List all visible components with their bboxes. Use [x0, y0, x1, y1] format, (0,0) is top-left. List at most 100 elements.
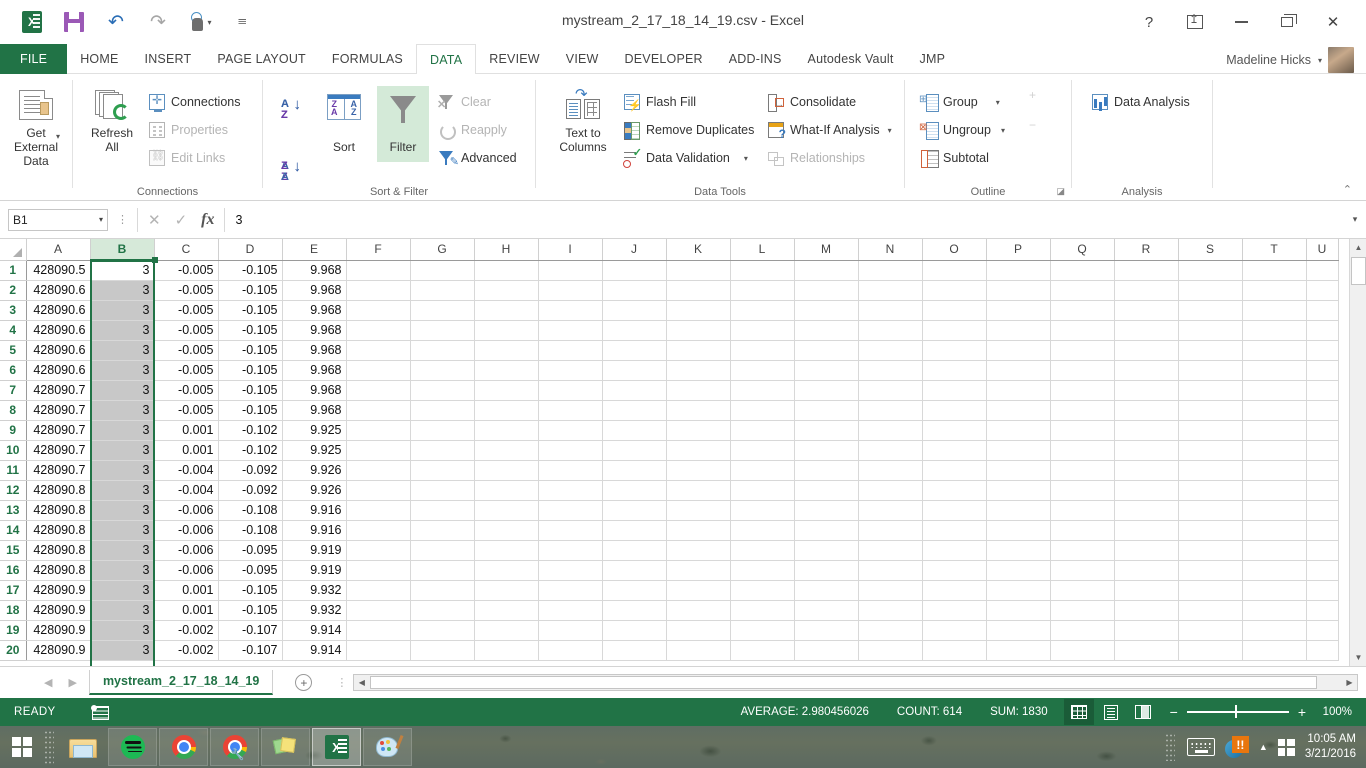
- cell-Q18[interactable]: [1050, 600, 1115, 621]
- cell-S6[interactable]: [1178, 360, 1243, 381]
- cell-S13[interactable]: [1178, 500, 1243, 521]
- cell-Q16[interactable]: [1050, 560, 1115, 581]
- row-header-5[interactable]: 5: [0, 340, 27, 361]
- cell-F1[interactable]: [346, 260, 411, 281]
- taskbar-grip[interactable]: [44, 730, 54, 764]
- cell-R1[interactable]: [1114, 260, 1179, 281]
- scroll-left-icon[interactable]: ◀: [354, 675, 369, 690]
- cell-L11[interactable]: [730, 460, 795, 481]
- touch-keyboard-icon[interactable]: [1186, 738, 1215, 756]
- column-header-o[interactable]: O: [922, 239, 987, 261]
- cell-G18[interactable]: [410, 600, 475, 621]
- record-macro-icon[interactable]: [90, 704, 109, 720]
- cell-P17[interactable]: [986, 580, 1051, 601]
- cell-Q19[interactable]: [1050, 620, 1115, 641]
- cell-R12[interactable]: [1114, 480, 1179, 501]
- column-header-p[interactable]: P: [986, 239, 1051, 261]
- cell-P5[interactable]: [986, 340, 1051, 361]
- cell-H4[interactable]: [474, 320, 539, 341]
- cell-L17[interactable]: [730, 580, 795, 601]
- sheet-next-icon[interactable]: ▶: [68, 676, 76, 689]
- cell-N7[interactable]: [858, 380, 923, 401]
- cell-P12[interactable]: [986, 480, 1051, 501]
- cell-R6[interactable]: [1114, 360, 1179, 381]
- cell-B8[interactable]: 3: [90, 400, 155, 421]
- cell-Q3[interactable]: [1050, 300, 1115, 321]
- insert-function-icon[interactable]: fx: [201, 211, 214, 229]
- row-header-6[interactable]: 6: [0, 360, 27, 381]
- sort-az-button[interactable]: A Z ↓: [281, 97, 305, 124]
- cell-U19[interactable]: [1306, 620, 1339, 641]
- cell-R17[interactable]: [1114, 580, 1179, 601]
- cell-O9[interactable]: [922, 420, 987, 441]
- cell-I13[interactable]: [538, 500, 603, 521]
- cell-Q7[interactable]: [1050, 380, 1115, 401]
- minimize-icon[interactable]: [1218, 8, 1264, 36]
- cell-L7[interactable]: [730, 380, 795, 401]
- cell-J10[interactable]: [602, 440, 667, 461]
- cell-H13[interactable]: [474, 500, 539, 521]
- cell-M4[interactable]: [794, 320, 859, 341]
- cell-D6[interactable]: -0.105: [218, 360, 283, 381]
- cell-G6[interactable]: [410, 360, 475, 381]
- cell-J16[interactable]: [602, 560, 667, 581]
- cell-U16[interactable]: [1306, 560, 1339, 581]
- cell-D20[interactable]: -0.107: [218, 640, 283, 661]
- taskbar-clock[interactable]: 10:05 AM 3/21/2016: [1305, 732, 1356, 762]
- cell-D1[interactable]: -0.105: [218, 260, 283, 281]
- cell-P18[interactable]: [986, 600, 1051, 621]
- cell-H6[interactable]: [474, 360, 539, 381]
- cell-I10[interactable]: [538, 440, 603, 461]
- cell-D19[interactable]: -0.107: [218, 620, 283, 641]
- cell-G17[interactable]: [410, 580, 475, 601]
- cell-T1[interactable]: [1242, 260, 1307, 281]
- cell-J4[interactable]: [602, 320, 667, 341]
- scroll-right-icon[interactable]: ▶: [1342, 675, 1357, 690]
- tab-data[interactable]: DATA: [415, 44, 477, 75]
- cell-I11[interactable]: [538, 460, 603, 481]
- row-header-13[interactable]: 13: [0, 500, 27, 521]
- row-header-2[interactable]: 2: [0, 280, 27, 301]
- data-validation-button[interactable]: Data Validation ▾: [623, 144, 754, 172]
- cell-D16[interactable]: -0.095: [218, 560, 283, 581]
- cell-H7[interactable]: [474, 380, 539, 401]
- cell-G7[interactable]: [410, 380, 475, 401]
- cell-C9[interactable]: 0.001: [154, 420, 219, 441]
- cell-N18[interactable]: [858, 600, 923, 621]
- cell-M15[interactable]: [794, 540, 859, 561]
- cell-L4[interactable]: [730, 320, 795, 341]
- cell-K20[interactable]: [666, 640, 731, 661]
- cell-K11[interactable]: [666, 460, 731, 481]
- cell-Q6[interactable]: [1050, 360, 1115, 381]
- cell-R2[interactable]: [1114, 280, 1179, 301]
- horizontal-scrollbar[interactable]: ◀ ▶: [353, 674, 1358, 691]
- cell-C14[interactable]: -0.006: [154, 520, 219, 541]
- cell-L3[interactable]: [730, 300, 795, 321]
- cell-R18[interactable]: [1114, 600, 1179, 621]
- cell-J5[interactable]: [602, 340, 667, 361]
- cell-S19[interactable]: [1178, 620, 1243, 641]
- user-chevron-down-icon[interactable]: ▾: [1318, 56, 1322, 65]
- cell-M14[interactable]: [794, 520, 859, 541]
- restore-icon[interactable]: [1264, 8, 1310, 36]
- cell-N15[interactable]: [858, 540, 923, 561]
- cell-D13[interactable]: -0.108: [218, 500, 283, 521]
- normal-view-button[interactable]: [1063, 699, 1094, 725]
- cell-S1[interactable]: [1178, 260, 1243, 281]
- cell-I18[interactable]: [538, 600, 603, 621]
- row-header-19[interactable]: 19: [0, 620, 27, 641]
- cell-U7[interactable]: [1306, 380, 1339, 401]
- cell-J15[interactable]: [602, 540, 667, 561]
- cell-E10[interactable]: 9.925: [282, 440, 347, 461]
- cell-I5[interactable]: [538, 340, 603, 361]
- row-header-18[interactable]: 18: [0, 600, 27, 621]
- cell-J12[interactable]: [602, 480, 667, 501]
- cell-G15[interactable]: [410, 540, 475, 561]
- cell-T20[interactable]: [1242, 640, 1307, 661]
- cell-T7[interactable]: [1242, 380, 1307, 401]
- cell-A10[interactable]: 428090.7: [26, 440, 91, 461]
- zoom-out-button[interactable]: −: [1170, 705, 1178, 719]
- cell-S16[interactable]: [1178, 560, 1243, 581]
- refresh-all-button[interactable]: Refresh All: [81, 90, 143, 154]
- cell-O7[interactable]: [922, 380, 987, 401]
